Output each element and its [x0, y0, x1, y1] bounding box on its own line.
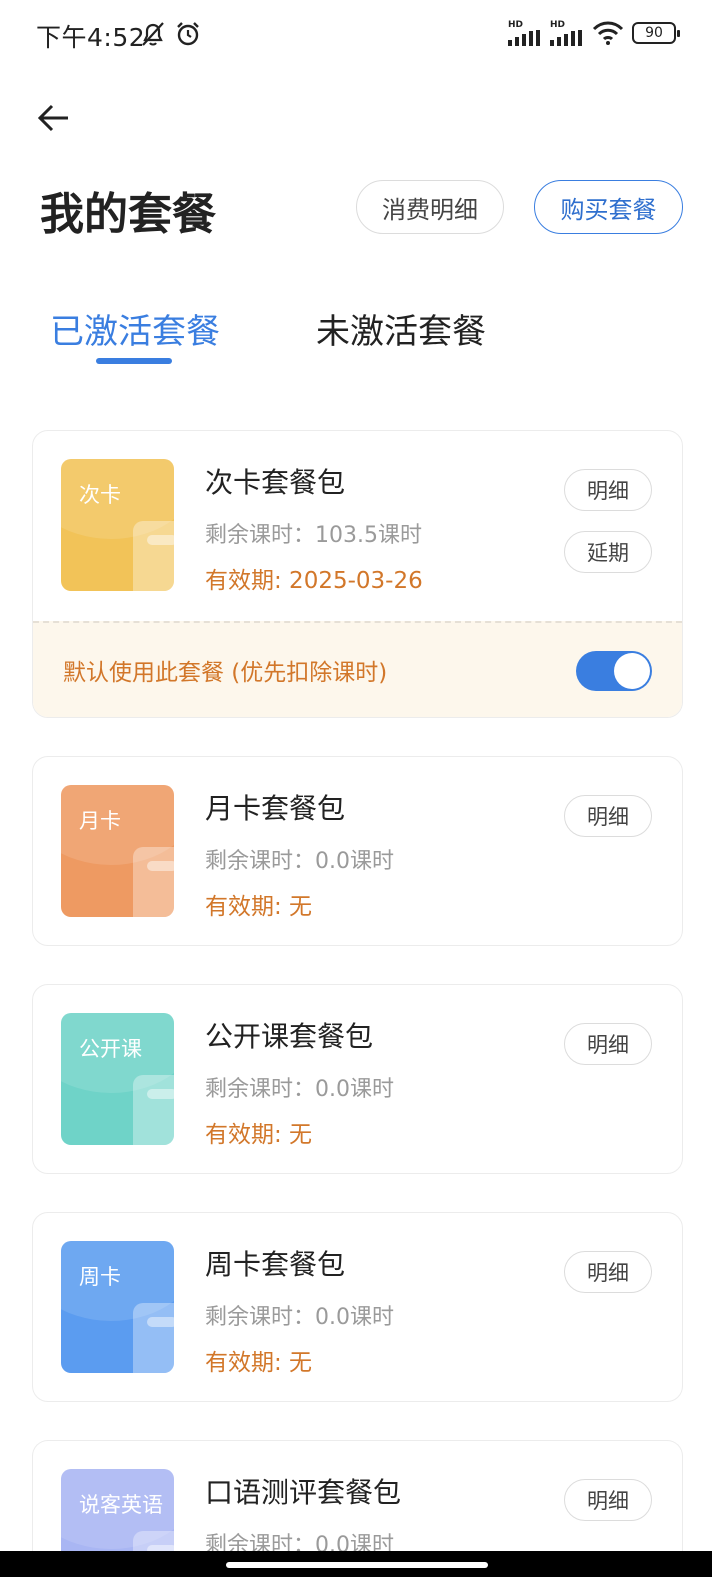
wifi-icon [592, 21, 624, 45]
validity-date: 有效期: 无 [205, 1122, 313, 1148]
remaining-hours: 剩余课时：0.0课时 [205, 849, 394, 874]
package-thumbnail: 月卡 [61, 785, 174, 917]
thumbnail-label: 次卡 [79, 483, 121, 507]
default-package-toggle[interactable] [576, 651, 652, 691]
package-name: 口语测评套餐包 [205, 1476, 402, 1509]
page-title: 我的套餐 [40, 189, 216, 240]
consumption-detail-button[interactable]: 消费明细 [356, 180, 504, 234]
thumbnail-label: 公开课 [79, 1037, 142, 1061]
detail-button[interactable]: 明细 [564, 1023, 652, 1065]
status-system-icons: HD HD 90 [508, 20, 680, 46]
arrow-left-icon [37, 104, 68, 132]
signal-icon: HD [508, 20, 542, 46]
status-bar: 下午4:52 HD HD 90 [0, 0, 712, 70]
package-card: 次卡 次卡套餐包 剩余课时：103.5课时 有效期: 2025-03-26 明细… [32, 430, 683, 718]
package-card: 公开课 公开课套餐包 剩余课时：0.0课时 有效期: 无 明细 [32, 984, 683, 1174]
remaining-hours: 剩余课时：103.5课时 [205, 523, 422, 548]
validity-date: 有效期: 无 [205, 894, 313, 920]
detail-button[interactable]: 明细 [564, 795, 652, 837]
signal-icon: HD [550, 20, 584, 46]
mute-bell-icon [142, 22, 164, 46]
alarm-icon [177, 22, 199, 46]
detail-button[interactable]: 明细 [564, 1479, 652, 1521]
thumbnail-label: 说客英语 [79, 1493, 163, 1517]
remaining-hours: 剩余课时：0.0课时 [205, 1077, 394, 1102]
validity-date: 有效期: 无 [205, 1350, 313, 1376]
status-time: 下午4:52 [36, 23, 146, 52]
default-package-bar: 默认使用此套餐 (优先扣除课时) [33, 621, 682, 717]
detail-button[interactable]: 明细 [564, 469, 652, 511]
package-card: 月卡 月卡套餐包 剩余课时：0.0课时 有效期: 无 明细 [32, 756, 683, 946]
buy-package-button[interactable]: 购买套餐 [534, 180, 683, 234]
detail-button[interactable]: 明细 [564, 1251, 652, 1293]
battery-icon: 90 [632, 22, 680, 44]
package-thumbnail: 次卡 [61, 459, 174, 591]
package-card: 周卡 周卡套餐包 剩余课时：0.0课时 有效期: 无 明细 [32, 1212, 683, 1402]
remaining-hours: 剩余课时：0.0课时 [205, 1305, 394, 1330]
package-thumbnail: 周卡 [61, 1241, 174, 1373]
validity-date: 有效期: 2025-03-26 [205, 568, 423, 594]
back-button[interactable] [34, 98, 74, 138]
extend-button[interactable]: 延期 [564, 531, 652, 573]
package-name: 周卡套餐包 [205, 1248, 346, 1281]
default-package-label: 默认使用此套餐 (优先扣除课时) [63, 660, 388, 686]
thumbnail-label: 月卡 [79, 809, 121, 833]
package-thumbnail: 公开课 [61, 1013, 174, 1145]
thumbnail-label: 周卡 [79, 1265, 121, 1289]
package-name: 月卡套餐包 [205, 792, 346, 825]
package-name: 次卡套餐包 [205, 466, 346, 499]
status-notification-icons [140, 20, 202, 48]
home-indicator[interactable] [226, 1562, 488, 1568]
package-name: 公开课套餐包 [205, 1020, 374, 1053]
tab-activated[interactable]: 已激活套餐 [50, 304, 220, 353]
tab-active-indicator [96, 358, 172, 364]
tab-not-activated[interactable]: 未激活套餐 [316, 304, 486, 353]
